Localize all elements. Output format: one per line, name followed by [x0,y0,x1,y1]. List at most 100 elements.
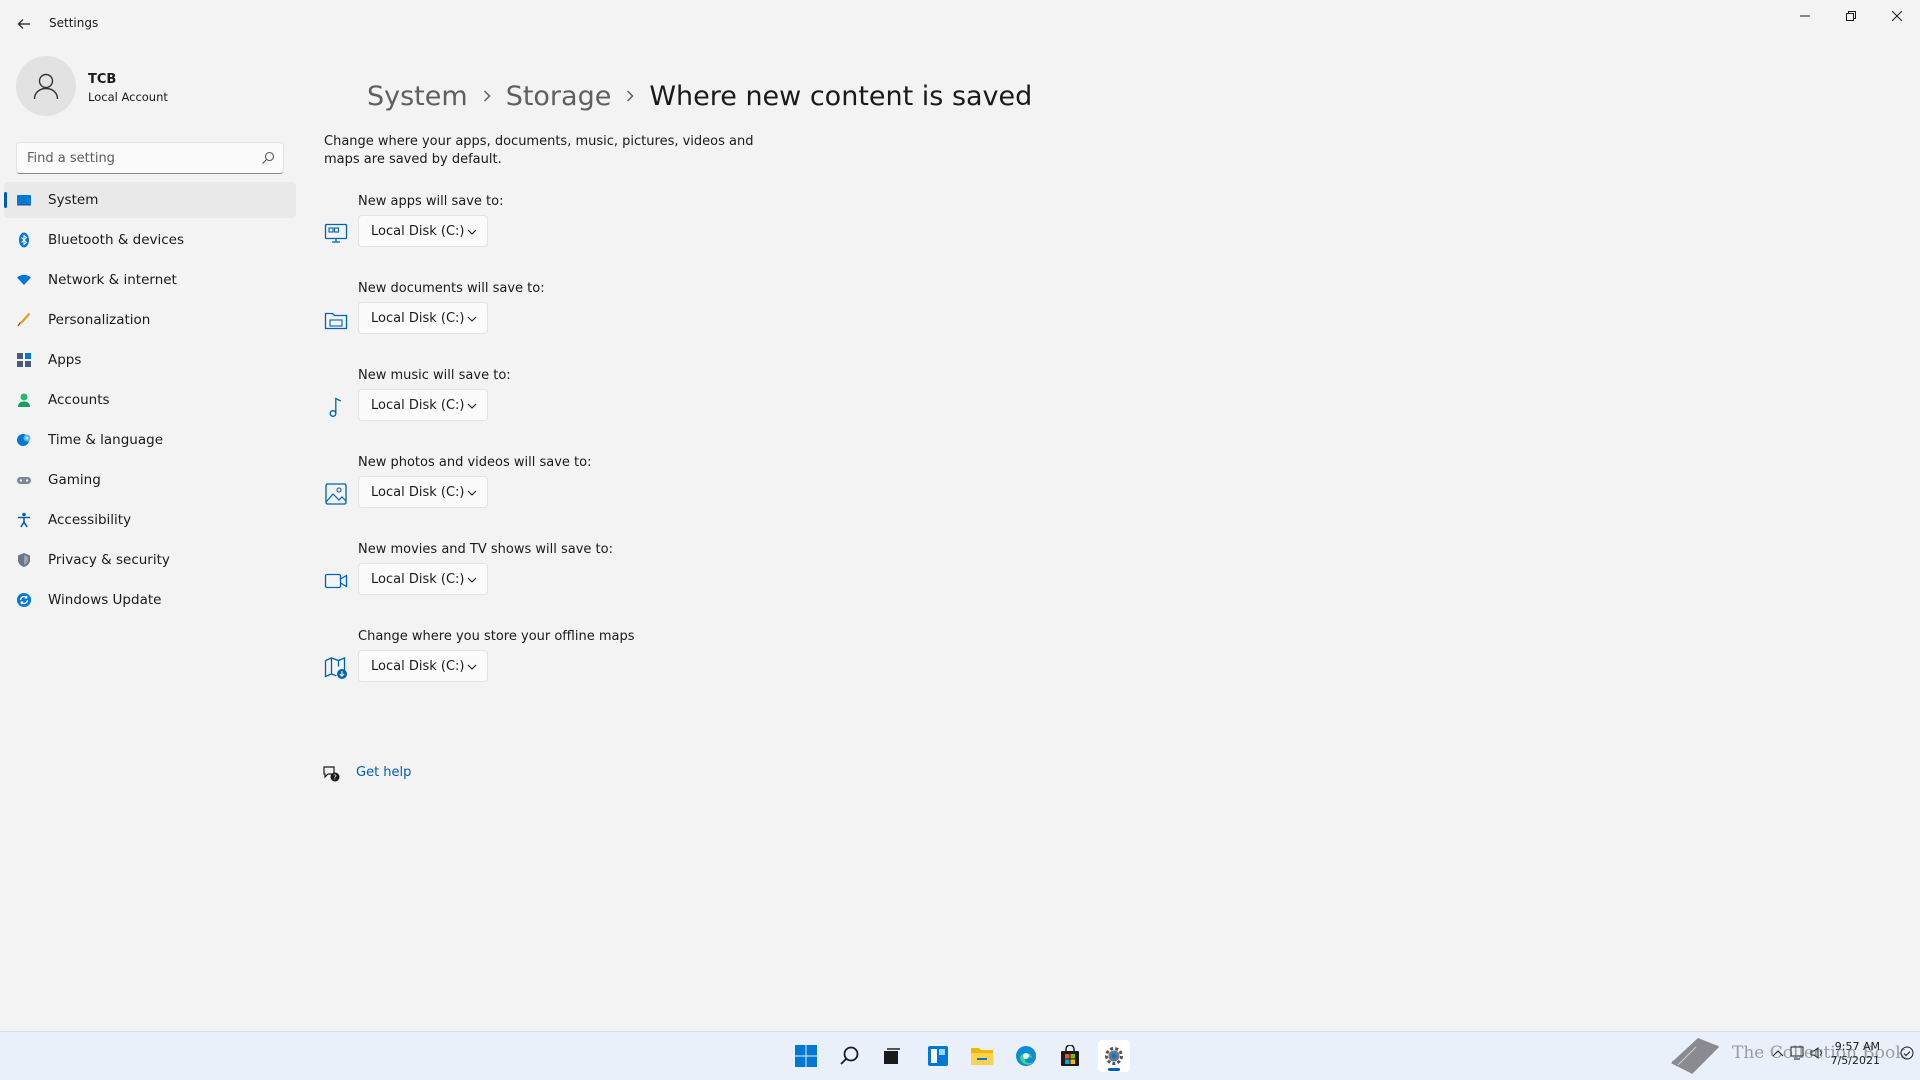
taskbar-settings-button[interactable] [1098,1040,1130,1072]
breadcrumb-storage[interactable]: Storage [506,81,612,112]
close-icon [1892,11,1902,21]
back-button[interactable] [10,12,38,36]
account-type: Local Account [88,90,168,104]
taskbar-task-view-button[interactable] [876,1040,908,1072]
settings-window: Settings TCB Local Account System Bl [0,0,1920,1031]
offline-maps-icon [324,657,347,679]
sidebar-item-label: Apps [48,352,82,368]
sidebar-item-windows-update[interactable]: Windows Update [4,582,296,618]
chevron-down-icon [467,490,477,496]
search-input[interactable] [27,143,247,173]
taskbar-edge-button[interactable] [1010,1040,1042,1072]
gaming-icon [17,477,31,484]
avatar [16,56,76,116]
sidebar-item-apps[interactable]: Apps [4,342,296,378]
page-description: Change where your apps, documents, music… [324,134,754,167]
chevron-down-icon [467,664,477,670]
taskbar-search-button[interactable] [834,1040,866,1072]
documents-location-dropdown[interactable]: Local Disk (C:) [358,302,488,334]
accounts-icon [18,393,30,407]
sidebar-item-privacy[interactable]: Privacy & security [4,542,296,578]
setting-new-photos: New photos and videos will save to: Loca… [324,455,924,519]
setting-label: New photos and videos will save to: [358,455,592,470]
sidebar-item-time-language[interactable]: Time & language [4,422,296,458]
close-button[interactable] [1874,0,1920,32]
maps-location-dropdown[interactable]: Local Disk (C:) [358,650,488,682]
sidebar-item-label: Accessibility [48,512,132,528]
sidebar-item-bluetooth[interactable]: Bluetooth & devices [4,222,296,258]
sidebar-item-system[interactable]: System [4,182,296,218]
privacy-icon [18,553,30,567]
chevron-down-icon [467,229,477,235]
sidebar-item-label: System [48,192,99,208]
time-language-icon [17,434,31,446]
sidebar-item-accounts[interactable]: Accounts [4,382,296,418]
system-icon [17,195,31,206]
app-title: Settings [49,16,99,30]
network-icon [17,274,31,285]
restore-icon [1846,11,1856,21]
chevron-down-icon [467,403,477,409]
file-explorer-icon [971,1048,993,1065]
user-name: TCB [88,72,117,87]
get-help-link[interactable]: ? Get help [322,764,411,784]
search-icon[interactable] [261,151,275,165]
chevron-right-icon [625,89,635,103]
active-app-indicator [1108,1068,1120,1071]
sidebar-item-network[interactable]: Network & internet [4,262,296,298]
setting-offline-maps: Change where you store your offline maps… [324,629,924,693]
apps-location-dropdown[interactable]: Local Disk (C:) [358,215,488,247]
help-chat-icon: ? [323,766,340,782]
chevron-down-icon [467,577,477,583]
get-help-label: Get help [356,765,412,780]
page-title: Where new content is saved [649,80,1033,112]
task-view-icon [884,1048,900,1064]
dropdown-value: Local Disk (C:) [371,659,465,674]
restore-button[interactable] [1828,0,1874,32]
sidebar-item-label: Gaming [48,472,101,488]
movies-location-dropdown[interactable]: Local Disk (C:) [358,563,488,595]
sidebar-item-personalization[interactable]: Personalization [4,302,296,338]
apps-save-icon [324,223,348,243]
chevron-right-icon [482,89,492,103]
sidebar-item-label: Bluetooth & devices [48,232,185,248]
title-bar: Settings [0,0,1920,48]
sidebar-item-gaming[interactable]: Gaming [4,462,296,498]
photos-location-dropdown[interactable]: Local Disk (C:) [358,476,488,508]
sidebar-item-label: Network & internet [48,272,177,288]
photo-icon [325,483,347,505]
sidebar-item-label: Personalization [48,312,151,328]
start-icon [795,1045,817,1067]
setting-label: New apps will save to: [358,194,504,209]
search-box[interactable] [16,142,284,174]
taskbar-file-explorer-button[interactable] [966,1040,998,1072]
watermark: The Collection Book [1668,1030,1906,1078]
minimize-button[interactable] [1782,0,1828,32]
widgets-icon [928,1046,948,1066]
user-icon [33,73,59,100]
breadcrumb: System Storage Where new content is save… [367,76,1032,116]
sidebar-item-accessibility[interactable]: Accessibility [4,502,296,538]
dropdown-value: Local Disk (C:) [371,224,465,239]
setting-label: Change where you store your offline maps [358,629,635,644]
book-logo-icon [1671,1038,1720,1074]
dropdown-value: Local Disk (C:) [371,485,465,500]
breadcrumb-system[interactable]: System [367,81,468,112]
sidebar-nav: System Bluetooth & devices Network & int… [4,182,296,622]
taskbar-start-button[interactable] [790,1040,822,1072]
svg-text:?: ? [333,774,337,782]
search-icon [840,1046,859,1065]
chevron-down-icon [467,316,477,322]
taskbar-store-button[interactable] [1054,1040,1086,1072]
sidebar-item-label: Privacy & security [48,552,170,568]
music-location-dropdown[interactable]: Local Disk (C:) [358,389,488,421]
sidebar-item-label: Accounts [48,392,110,408]
taskbar-widgets-button[interactable] [922,1040,954,1072]
bluetooth-icon [19,232,29,248]
user-profile[interactable]: TCB Local Account [16,56,276,118]
dropdown-value: Local Disk (C:) [371,572,465,587]
minimize-icon [1800,15,1810,17]
setting-new-documents: New documents will save to: Local Disk (… [324,281,924,345]
setting-label: New documents will save to: [358,281,545,296]
documents-folder-icon [324,312,348,330]
